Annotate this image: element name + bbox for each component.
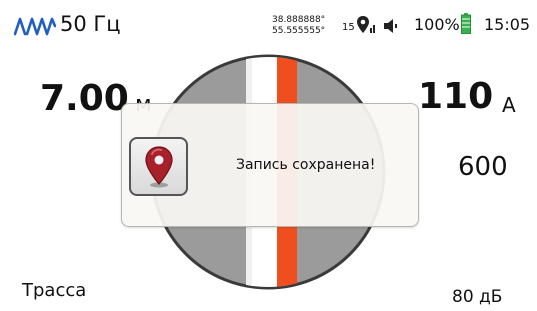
toast-icon-frame: [129, 137, 188, 196]
battery-percent: 100%: [414, 15, 460, 34]
signal-wave-icon: [14, 17, 56, 36]
save-confirmation-toast: Запись сохранена!: [121, 103, 419, 227]
gps-pin-icon: [357, 16, 375, 33]
gain-label: 80 дБ: [452, 287, 503, 307]
current-unit: А: [502, 93, 516, 117]
location-pin-icon: [145, 146, 173, 188]
longitude-label: 55.555555°: [272, 26, 326, 36]
battery-icon: [461, 13, 471, 34]
satellite-count: 15: [342, 22, 355, 33]
toast-message: Запись сохранена!: [236, 157, 376, 173]
gps-coordinates: 38.888888° 55.555555°: [272, 15, 325, 37]
current-value: 110: [418, 76, 494, 117]
latitude-label: 38.888888°: [272, 15, 326, 25]
frequency-label: 50 Гц: [60, 12, 121, 36]
status-bar: 50 Гц 38.888888° 55.555555° 15 100% 15:0…: [0, 0, 537, 44]
locator-screen: 50 Гц 38.888888° 55.555555° 15 100% 15:0…: [0, 0, 537, 311]
mode-label: Трасса: [22, 280, 87, 301]
signal-value: 600: [458, 152, 508, 182]
depth-value: 7.00: [40, 78, 129, 119]
clock: 15:05: [484, 15, 531, 34]
speaker-icon: [384, 19, 397, 33]
